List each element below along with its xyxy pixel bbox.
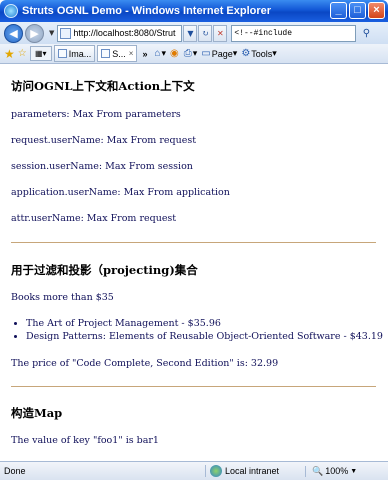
attr-line: attr.userName: Max From request [11, 213, 177, 224]
maximize-button[interactable]: □ [349, 2, 366, 19]
close-tab-icon[interactable]: × [129, 49, 134, 58]
favorites-star-icon[interactable]: ★ [4, 47, 15, 61]
print-button[interactable]: ⎙ ▾ [184, 48, 198, 59]
globe-icon [210, 465, 222, 477]
back-button[interactable]: ◀ [4, 23, 23, 43]
page-menu[interactable]: ▭ Page ▾ [201, 48, 237, 59]
window-title: Struts OGNL Demo - Windows Internet Expl… [22, 5, 272, 17]
page-menu-icon: ▭ [201, 48, 211, 59]
address-dropdown-button[interactable]: ▼ [183, 24, 198, 42]
tab-bar: ★ ☆ ▦▾ Ima... S... × » ⌂ ▾ ◉ ⎙ ▾ ▭ Page ▾ ⚙ T… [0, 44, 388, 64]
divider [11, 386, 376, 387]
stop-button[interactable]: ✕ [213, 24, 228, 42]
book-list: The Art of Project Management - $35.96 D… [26, 318, 383, 344]
address-bar[interactable]: http://localhost:8080/Strut [57, 24, 183, 42]
chevron-down-icon: ▼ [350, 467, 358, 475]
gear-icon: ⚙ [241, 48, 251, 59]
security-zone[interactable]: Local intranet [205, 465, 305, 477]
tools-menu-label: Tools [251, 48, 273, 59]
zoom-level: 100% [325, 466, 349, 476]
section-title-context: 访问OGNL上下文和Action上下文 [11, 79, 195, 93]
section-title-filter: 用于过滤和投影（projecting)集合 [11, 263, 198, 277]
tab-page-icon [57, 49, 67, 58]
list-item: The Art of Project Management - $35.96 [26, 318, 383, 329]
page-content: 访问OGNL上下文和Action上下文 parameters: Max From… [0, 64, 388, 461]
page-menu-label: Page [211, 48, 233, 59]
quick-tabs-button[interactable]: ▦▾ [29, 46, 52, 61]
list-item: Design Patterns: Elements of Reusable Ob… [26, 331, 383, 342]
feeds-button[interactable]: ◉ [170, 48, 180, 59]
print-icon: ⎙ [183, 48, 192, 59]
tab-images[interactable]: Ima... [53, 45, 96, 62]
add-favorites-icon[interactable]: ☆ [18, 48, 27, 59]
search-icon[interactable]: ⚲ [358, 25, 374, 42]
tab-page-icon [101, 49, 111, 58]
section-title-map: 构造Map [11, 406, 63, 420]
zoom-icon: 🔍 [312, 465, 324, 476]
home-icon: ⌂ [154, 48, 161, 59]
window-controls: _ □ × [330, 2, 385, 19]
zoom-control[interactable]: 🔍 100% ▼ [305, 465, 358, 477]
close-button[interactable]: × [368, 2, 385, 19]
more-tabs-button[interactable]: » [142, 49, 147, 59]
tab-label: S... [112, 48, 126, 59]
minimize-button[interactable]: _ [330, 2, 347, 19]
forward-button[interactable]: ▶ [25, 23, 44, 43]
feeds-icon: ◉ [170, 48, 179, 59]
price-line: The price of "Code Complete, Second Edit… [11, 358, 279, 369]
tools-menu[interactable]: ⚙ Tools ▾ [241, 48, 277, 59]
request-line: request.userName: Max From request [11, 135, 197, 146]
books-intro: Books more than $35 [11, 292, 114, 303]
tab-struts[interactable]: S... × [97, 45, 138, 62]
ie-icon [4, 4, 18, 18]
application-line: application.userName: Max From applicati… [11, 187, 230, 198]
home-button[interactable]: ⌂ ▾ [154, 48, 166, 59]
parameters-line: parameters: Max From parameters [11, 109, 181, 120]
page-icon [60, 27, 72, 39]
zone-label: Local intranet [225, 466, 280, 476]
session-line: session.userName: Max From session [11, 161, 193, 172]
search-input[interactable]: <!--#include [231, 24, 357, 42]
navigation-bar: ◀ ▶ ▼ http://localhost:8080/Strut ▼ ↻ ✕ … [0, 22, 388, 44]
divider [11, 242, 376, 243]
tab-label: Ima... [68, 48, 92, 59]
map-line: The value of key "foo1" is bar1 [11, 435, 159, 446]
address-text: http://localhost:8080/Strut [73, 28, 176, 38]
refresh-button[interactable]: ↻ [198, 24, 213, 42]
history-dropdown-icon[interactable]: ▼ [49, 29, 54, 37]
title-bar: Struts OGNL Demo - Windows Internet Expl… [0, 0, 388, 22]
status-bar: Done Local intranet 🔍 100% ▼ [0, 461, 388, 480]
status-text: Done [4, 466, 26, 476]
